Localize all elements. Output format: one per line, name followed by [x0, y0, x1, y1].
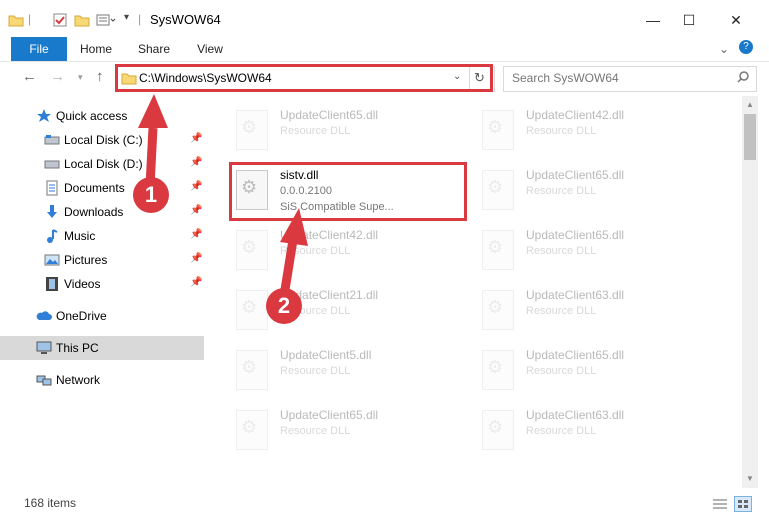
- status-bar: 168 items: [0, 492, 769, 532]
- step-1-badge: 1: [133, 177, 169, 213]
- large-icons-view-icon[interactable]: [734, 496, 752, 512]
- arrow-2-head: [280, 208, 308, 246]
- item-count: 168 items: [24, 496, 77, 510]
- annotation-arrows: [138, 94, 308, 297]
- arrow-1-head: [138, 94, 168, 128]
- step-2-badge: 2: [266, 288, 302, 324]
- details-view-icon[interactable]: [712, 497, 728, 514]
